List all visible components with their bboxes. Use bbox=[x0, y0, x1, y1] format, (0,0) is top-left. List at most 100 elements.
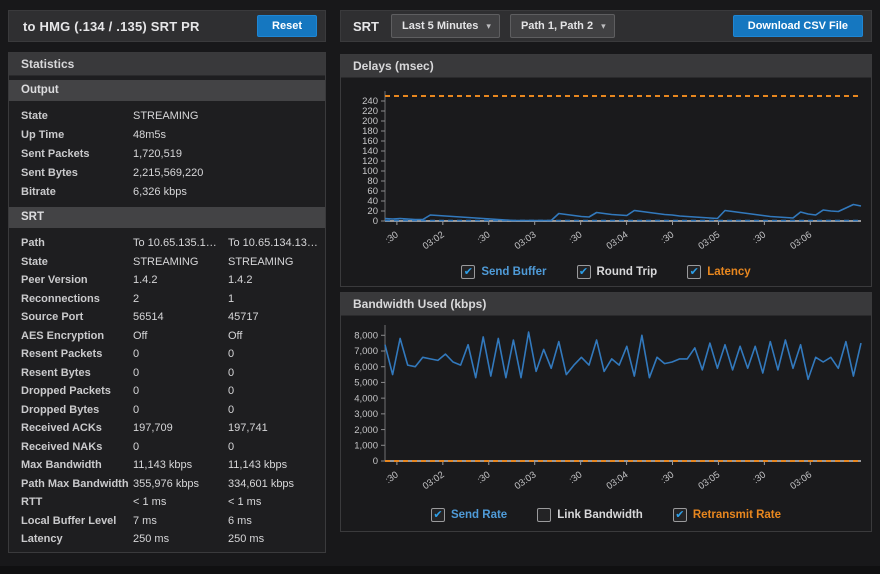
srt-stat-value: Off bbox=[133, 327, 228, 346]
output-stat-value: 1,720,519 bbox=[133, 145, 228, 164]
srt-stat-value: 1.4.2 bbox=[133, 271, 228, 290]
srt-stat-row: Source Port5651445717 bbox=[9, 308, 325, 327]
output-stat-row: StateSTREAMING bbox=[9, 107, 325, 126]
checked-checkbox-icon[interactable]: ✔ bbox=[673, 508, 687, 522]
srt-stat-row: PathTo 10.65.135.131 e…To 10.65.134.133 … bbox=[9, 234, 325, 253]
x-tick-label: :30 bbox=[567, 229, 584, 246]
legend-item-round-trip[interactable]: ✔Round Trip bbox=[577, 265, 658, 279]
srt-stat-label: Resent Bytes bbox=[21, 364, 133, 383]
srt-stat-label: Path bbox=[21, 234, 133, 253]
srt-stat-row: Local Buffer Level7 ms6 ms bbox=[9, 512, 325, 531]
y-tick-label: 1,000 bbox=[354, 440, 378, 451]
srt-stat-row: Max Bandwidth11,143 kbps11,143 kbps bbox=[9, 456, 325, 475]
delays-chart: 020406080100120140160180200220240:3003:0… bbox=[343, 79, 871, 255]
legend-item-send-buffer[interactable]: ✔ Send Buffer bbox=[461, 265, 546, 279]
legend-label-send-buffer: Send Buffer bbox=[481, 266, 546, 278]
srt-stat-label: State bbox=[21, 253, 133, 272]
y-tick-label: 160 bbox=[362, 136, 378, 147]
legend-item-retransmit-rate[interactable]: ✔Retransmit Rate bbox=[673, 508, 781, 522]
srt-stat-value: 0 bbox=[228, 382, 325, 401]
download-csv-button[interactable]: Download CSV File bbox=[733, 15, 863, 37]
output-stat-row: Up Time48m5s bbox=[9, 126, 325, 145]
y-tick-label: 200 bbox=[362, 116, 378, 127]
output-stat-value: 2,215,569,220 bbox=[133, 164, 228, 183]
x-tick-label: :30 bbox=[475, 229, 492, 246]
srt-stat-value: 0 bbox=[228, 438, 325, 457]
srt-stat-value: To 10.65.135.131 e… bbox=[133, 234, 228, 253]
x-tick-label: :30 bbox=[475, 469, 492, 486]
srt-stat-label: Path Max Bandwidth bbox=[21, 475, 133, 494]
x-tick-label: 03:03 bbox=[513, 229, 539, 252]
srt-stat-value: 0 bbox=[133, 401, 228, 420]
y-tick-label: 5,000 bbox=[354, 378, 378, 389]
unchecked-checkbox-icon[interactable] bbox=[537, 508, 551, 522]
series-send-buffer bbox=[385, 205, 861, 221]
x-tick-label: :30 bbox=[751, 469, 768, 486]
y-tick-label: 0 bbox=[373, 456, 378, 467]
x-tick-label: 03:04 bbox=[605, 229, 631, 252]
srt-stat-label: Received ACKs bbox=[21, 419, 133, 438]
x-tick-label: 03:02 bbox=[421, 469, 447, 492]
output-stat-value: 48m5s bbox=[133, 126, 228, 145]
checked-checkbox-icon[interactable]: ✔ bbox=[687, 265, 701, 279]
time-range-dropdown[interactable]: Last 5 Minutes ▾ bbox=[391, 14, 500, 38]
statistics-header: Statistics bbox=[9, 53, 325, 76]
legend-item-latency[interactable]: ✔ Latency bbox=[687, 265, 750, 279]
srt-stat-value: 197,741 bbox=[228, 419, 325, 438]
srt-stat-label: Received NAKs bbox=[21, 438, 133, 457]
output-stat-row: Sent Bytes2,215,569,220 bbox=[9, 164, 325, 183]
y-tick-label: 0 bbox=[373, 216, 378, 227]
srt-stat-value: 250 ms bbox=[133, 530, 228, 549]
checked-checkbox-icon[interactable]: ✔ bbox=[577, 265, 591, 279]
srt-stat-label: Local Buffer Level bbox=[21, 512, 133, 531]
srt-stat-label: RTT bbox=[21, 493, 133, 512]
output-stat-row: Bitrate6,326 kbps bbox=[9, 183, 325, 202]
legend-item-link-bandwidth[interactable]: Link Bandwidth bbox=[537, 508, 643, 522]
srt-stat-label: Peer Version bbox=[21, 271, 133, 290]
x-tick-label: 03:02 bbox=[421, 229, 447, 252]
bandwidth-panel: Bandwidth Used (kbps) 01,0002,0003,0004,… bbox=[340, 292, 872, 532]
legend-label-latency: Latency bbox=[707, 266, 750, 278]
y-tick-label: 2,000 bbox=[354, 425, 378, 436]
stream-header: to HMG (.134 / .135) SRT PR Reset bbox=[8, 10, 326, 42]
checked-checkbox-icon[interactable]: ✔ bbox=[431, 508, 445, 522]
x-tick-label: 03:05 bbox=[696, 469, 722, 492]
x-tick-label: 03:04 bbox=[605, 469, 631, 492]
output-stat-label: Sent Packets bbox=[21, 145, 133, 164]
x-tick-label: :30 bbox=[383, 469, 400, 486]
srt-stat-label: Resent Packets bbox=[21, 345, 133, 364]
time-range-value: Last 5 Minutes bbox=[402, 20, 478, 32]
srt-stat-value: 0 bbox=[133, 382, 228, 401]
reset-button[interactable]: Reset bbox=[257, 15, 317, 37]
y-tick-label: 20 bbox=[367, 206, 378, 217]
srt-stat-row: Latency250 ms250 ms bbox=[9, 530, 325, 549]
x-tick-label: 03:06 bbox=[788, 469, 814, 492]
srt-stat-label: Max Bandwidth bbox=[21, 456, 133, 475]
srt-stat-value: 334,601 kbps bbox=[228, 475, 325, 494]
y-tick-label: 7,000 bbox=[354, 346, 378, 357]
srt-stat-value: 1 bbox=[228, 290, 325, 309]
srt-stat-label: Reconnections bbox=[21, 290, 133, 309]
srt-stat-value: 250 ms bbox=[228, 530, 325, 549]
y-tick-label: 80 bbox=[367, 176, 378, 187]
srt-stat-value: 45717 bbox=[228, 308, 325, 327]
srt-stat-value: 7 ms bbox=[133, 512, 228, 531]
checked-checkbox-icon[interactable]: ✔ bbox=[461, 265, 475, 279]
srt-section-header: SRT bbox=[9, 207, 325, 228]
srt-stat-value: STREAMING bbox=[133, 253, 228, 272]
srt-stat-row: Reconnections21 bbox=[9, 290, 325, 309]
srt-stat-label: Source Port bbox=[21, 308, 133, 327]
srt-stat-value: 11,143 kbps bbox=[133, 456, 228, 475]
y-tick-label: 40 bbox=[367, 196, 378, 207]
legend-item-send-rate[interactable]: ✔Send Rate bbox=[431, 508, 507, 522]
path-select-dropdown[interactable]: Path 1, Path 2 ▾ bbox=[510, 14, 615, 38]
output-section-header: Output bbox=[9, 80, 325, 101]
output-stat-value: STREAMING bbox=[133, 107, 228, 126]
srt-stat-value: 355,976 kbps bbox=[133, 475, 228, 494]
y-tick-label: 100 bbox=[362, 166, 378, 177]
y-tick-label: 180 bbox=[362, 126, 378, 137]
y-tick-label: 6,000 bbox=[354, 362, 378, 373]
srt-stat-label: Latency bbox=[21, 530, 133, 549]
chevron-down-icon: ▾ bbox=[601, 21, 606, 32]
series-send-rate bbox=[385, 332, 861, 379]
